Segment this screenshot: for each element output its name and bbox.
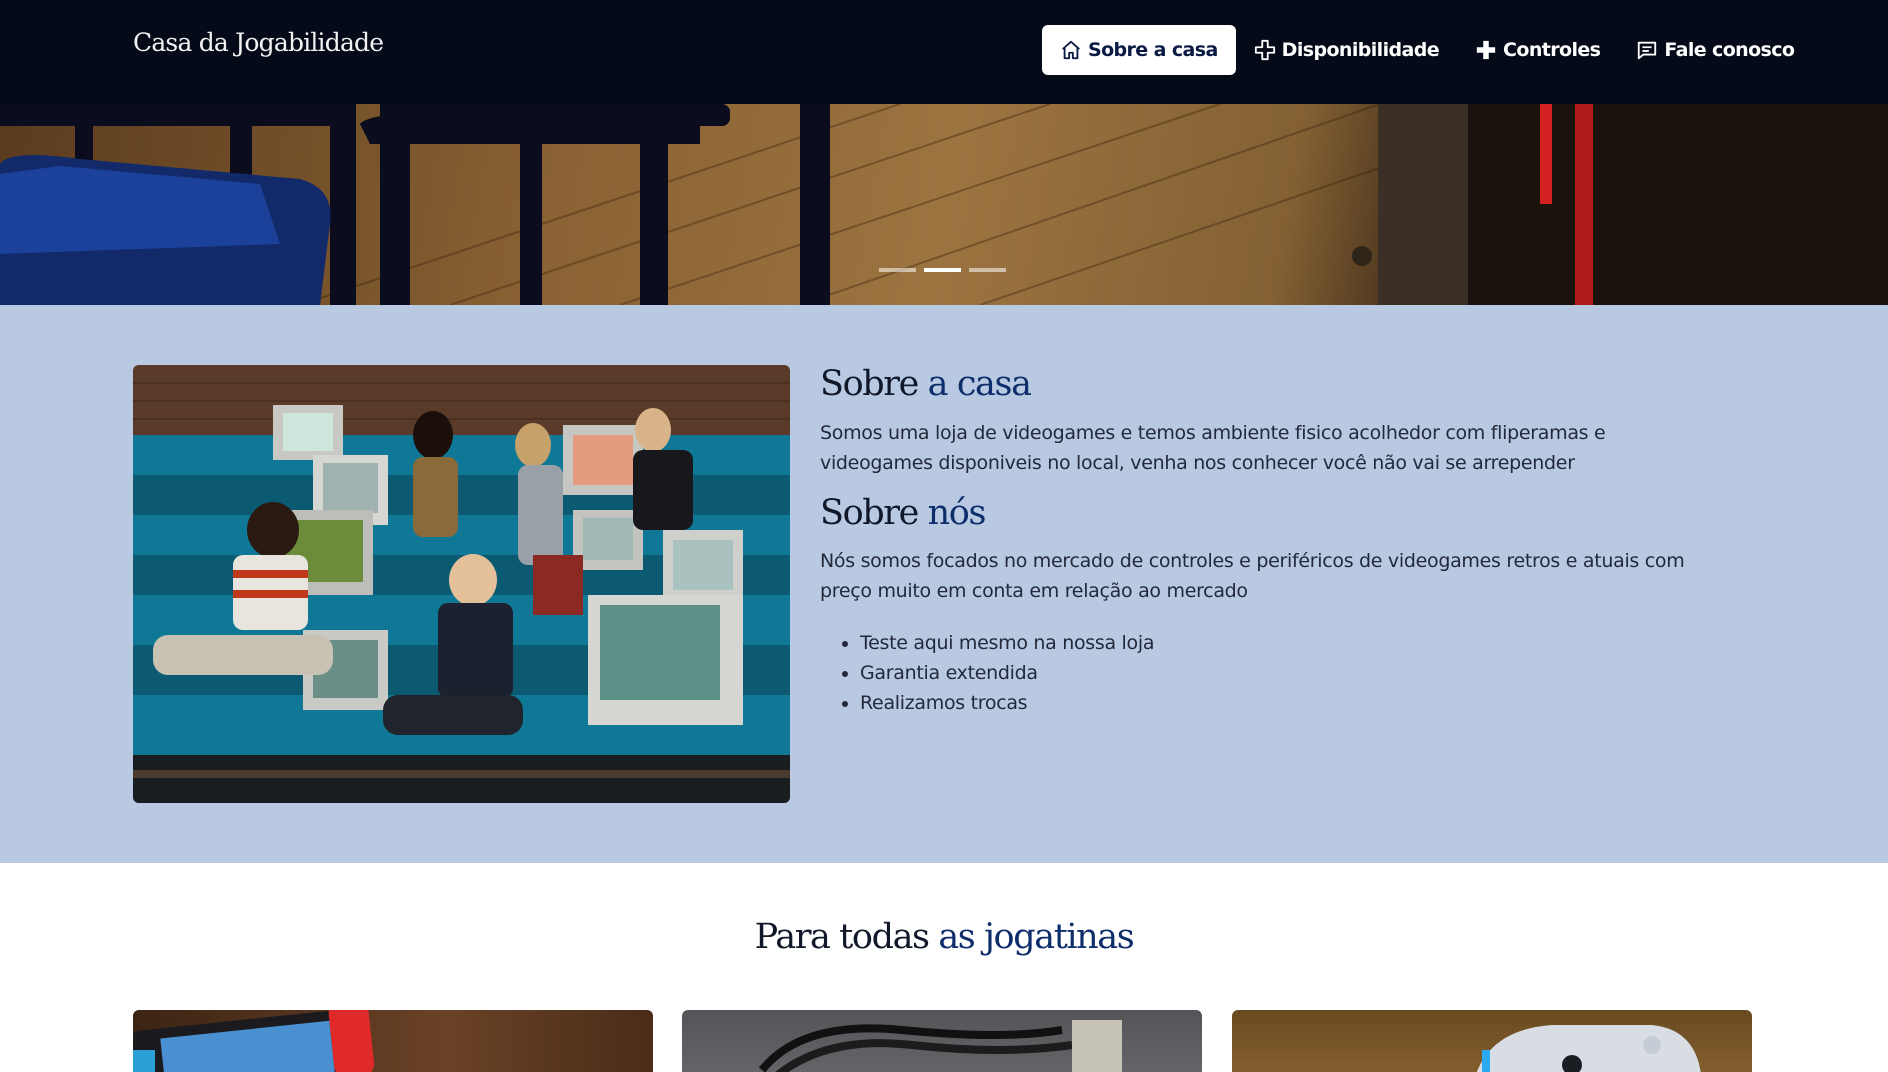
plus-filled-icon: [1476, 40, 1496, 60]
product-card-switch[interactable]: [133, 1010, 653, 1072]
main-nav: Sobre a casa Disponibilidade Controles F…: [1042, 25, 1812, 75]
about-photo: [133, 365, 790, 803]
list-item: Teste aqui mesmo na nossa loja: [860, 628, 1720, 658]
list-item: Realizamos trocas: [860, 688, 1720, 718]
carousel-indicator-2[interactable]: [924, 268, 961, 272]
about-section: Sobre a casa Somos uma loja de videogame…: [0, 305, 1888, 863]
heading-start: Sobre: [820, 364, 919, 404]
heading-accent: as jogatinas: [938, 917, 1134, 957]
heading-start: Sobre: [820, 492, 919, 533]
home-icon: [1062, 40, 1080, 60]
nav-item-label: Sobre a casa: [1088, 39, 1218, 61]
product-card-ps5-controller[interactable]: [1232, 1010, 1752, 1072]
jogatinas-section-title: Para todas as jogatinas: [0, 918, 1888, 957]
switch-console-image: [133, 1010, 375, 1072]
brand-logo-text[interactable]: Casa da Jogabilidade: [133, 28, 384, 57]
heading-accent: a casa: [927, 364, 1032, 404]
nav-item-label: Controles: [1503, 39, 1601, 61]
sobre-nos-text: Nós somos focados no mercado de controle…: [820, 550, 1685, 602]
controller-cable-image: [758, 1020, 1122, 1072]
carousel-indicator-1[interactable]: [879, 268, 916, 272]
nav-item-controles[interactable]: Controles: [1457, 25, 1618, 75]
plus-outline-icon: [1254, 39, 1275, 61]
carousel-indicator-3[interactable]: [969, 268, 1006, 272]
chat-icon: [1638, 41, 1657, 60]
heading-start: Para todas: [754, 917, 930, 957]
nav-item-disponibilidade[interactable]: Disponibilidade: [1236, 25, 1457, 75]
sobre-a-casa-heading: Sobre a casa: [820, 365, 1720, 404]
product-card-controller-cable[interactable]: [682, 1010, 1202, 1072]
hero-background-photo: [0, 104, 1888, 305]
sobre-nos-heading: Sobre nós: [820, 492, 1720, 533]
nav-item-fale-conosco[interactable]: Fale conosco: [1618, 25, 1812, 75]
sobre-a-casa-text: Somos uma loja de videogames e temos amb…: [820, 421, 1606, 474]
kids-with-crt-tvs-image: [133, 365, 790, 803]
about-text-block: Sobre a casa Somos uma loja de videogame…: [820, 365, 1720, 718]
list-item: Garantia extendida: [860, 658, 1720, 688]
heading-accent: nós: [927, 492, 987, 533]
nav-item-label: Fale conosco: [1664, 39, 1795, 61]
nav-item-sobre-a-casa[interactable]: Sobre a casa: [1042, 25, 1236, 75]
ps5-controller-image: [1476, 1025, 1701, 1072]
hero-carousel[interactable]: [0, 104, 1888, 305]
nav-item-label: Disponibilidade: [1281, 39, 1440, 61]
features-list: Teste aqui mesmo na nossa loja Garantia …: [820, 628, 1720, 718]
top-navbar: Casa da Jogabilidade Sobre a casa Dispon…: [0, 0, 1888, 104]
